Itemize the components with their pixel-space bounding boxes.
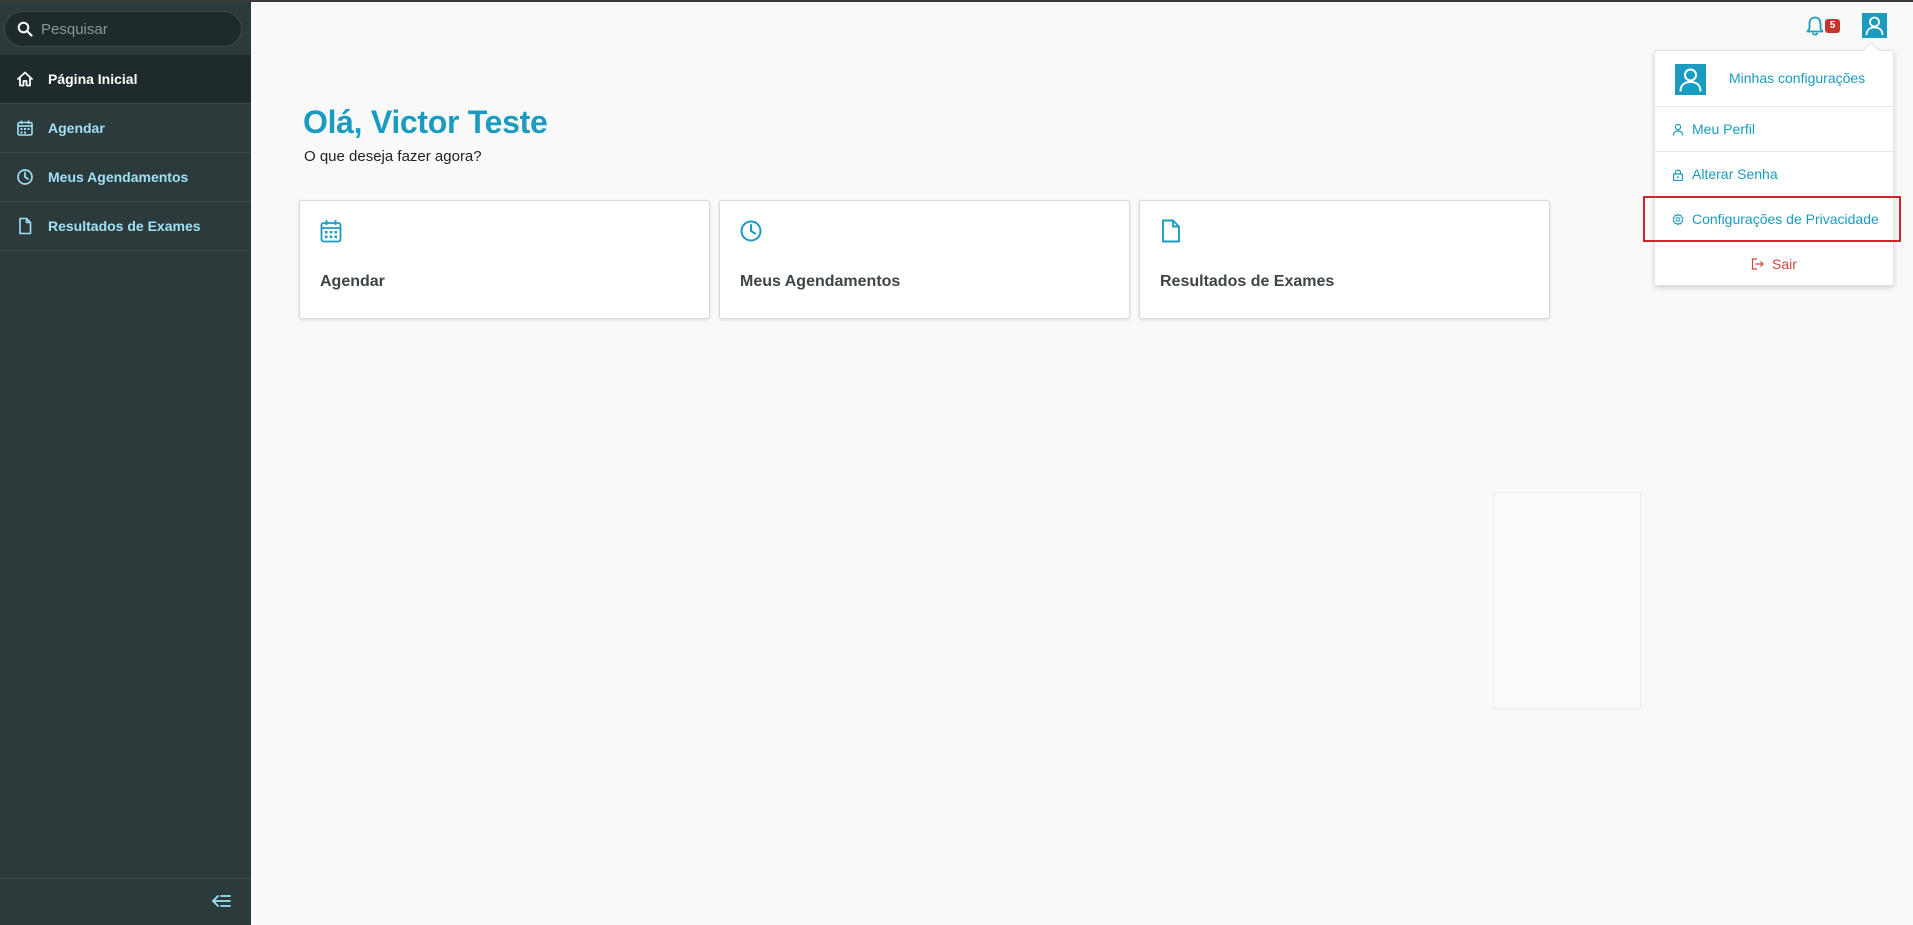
user-icon bbox=[1865, 16, 1884, 36]
top-border bbox=[0, 0, 1913, 2]
menu-item-meu-perfil[interactable]: Meu Perfil bbox=[1655, 107, 1893, 152]
sidebar-item-label: Agendar bbox=[48, 120, 105, 136]
menu-item-configuracoes-privacidade[interactable]: Configurações de Privacidade bbox=[1655, 197, 1893, 242]
page-subtitle: O que deseja fazer agora? bbox=[304, 148, 482, 165]
logout-label: Sair bbox=[1772, 255, 1797, 272]
menu-item-alterar-senha[interactable]: Alterar Senha bbox=[1655, 152, 1893, 197]
user-menu-button[interactable] bbox=[1862, 13, 1887, 38]
user-menu-header[interactable]: Minhas configurações bbox=[1655, 51, 1893, 107]
avatar bbox=[1675, 64, 1706, 95]
sidebar-item-resultados-exames[interactable]: Resultados de Exames bbox=[0, 202, 251, 251]
gear-icon bbox=[1672, 213, 1684, 225]
menu-item-label: Configurações de Privacidade bbox=[1692, 211, 1879, 227]
card-agendar[interactable]: Agendar bbox=[299, 200, 710, 319]
sidebar-item-agendar[interactable]: Agendar bbox=[0, 104, 251, 153]
calendar-icon bbox=[320, 220, 342, 243]
card-title: Agendar bbox=[320, 273, 385, 290]
card-title: Meus Agendamentos bbox=[740, 273, 901, 290]
search-box[interactable] bbox=[4, 11, 242, 47]
card-meus-agendamentos[interactable]: Meus Agendamentos bbox=[719, 200, 1130, 319]
lock-icon bbox=[1672, 169, 1684, 181]
sidebar-item-home[interactable]: Página Inicial bbox=[0, 55, 251, 104]
collapse-menu-icon[interactable] bbox=[211, 891, 233, 911]
user-menu-dropdown: Minhas configurações Meu Perfil Alterar … bbox=[1654, 41, 1894, 286]
card-resultados-exames[interactable]: Resultados de Exames bbox=[1139, 200, 1550, 319]
logout-button[interactable]: Sair bbox=[1655, 242, 1893, 285]
empty-panel bbox=[1493, 492, 1641, 709]
home-icon bbox=[17, 71, 33, 87]
search-input[interactable] bbox=[41, 20, 231, 38]
page-title: Olá, Victor Teste bbox=[303, 104, 548, 140]
sidebar-item-meus-agendamentos[interactable]: Meus Agendamentos bbox=[0, 153, 251, 202]
clock-icon bbox=[740, 220, 762, 242]
card-title: Resultados de Exames bbox=[1160, 273, 1335, 290]
search-icon bbox=[17, 21, 33, 37]
sidebar-item-label: Página Inicial bbox=[48, 71, 138, 87]
logout-icon bbox=[1751, 257, 1764, 270]
menu-item-label: Alterar Senha bbox=[1692, 166, 1778, 182]
clock-icon bbox=[17, 169, 33, 185]
document-icon bbox=[19, 217, 32, 235]
notification-badge: 5 bbox=[1825, 19, 1840, 33]
sidebar-item-label: Resultados de Exames bbox=[48, 218, 201, 234]
user-menu-title: Minhas configurações bbox=[1729, 70, 1866, 86]
calendar-icon bbox=[17, 120, 33, 136]
document-icon bbox=[1162, 219, 1180, 243]
menu-item-label: Meu Perfil bbox=[1692, 121, 1756, 137]
sidebar-item-label: Meus Agendamentos bbox=[48, 169, 189, 185]
bell-icon[interactable] bbox=[1805, 15, 1825, 37]
sidebar-footer bbox=[0, 878, 251, 925]
user-icon bbox=[1679, 68, 1702, 92]
sidebar: Página Inicial Agendar Meus Agendamentos bbox=[0, 2, 251, 925]
user-icon bbox=[1672, 123, 1684, 136]
sidebar-nav: Página Inicial Agendar Meus Agendamentos bbox=[0, 55, 251, 251]
